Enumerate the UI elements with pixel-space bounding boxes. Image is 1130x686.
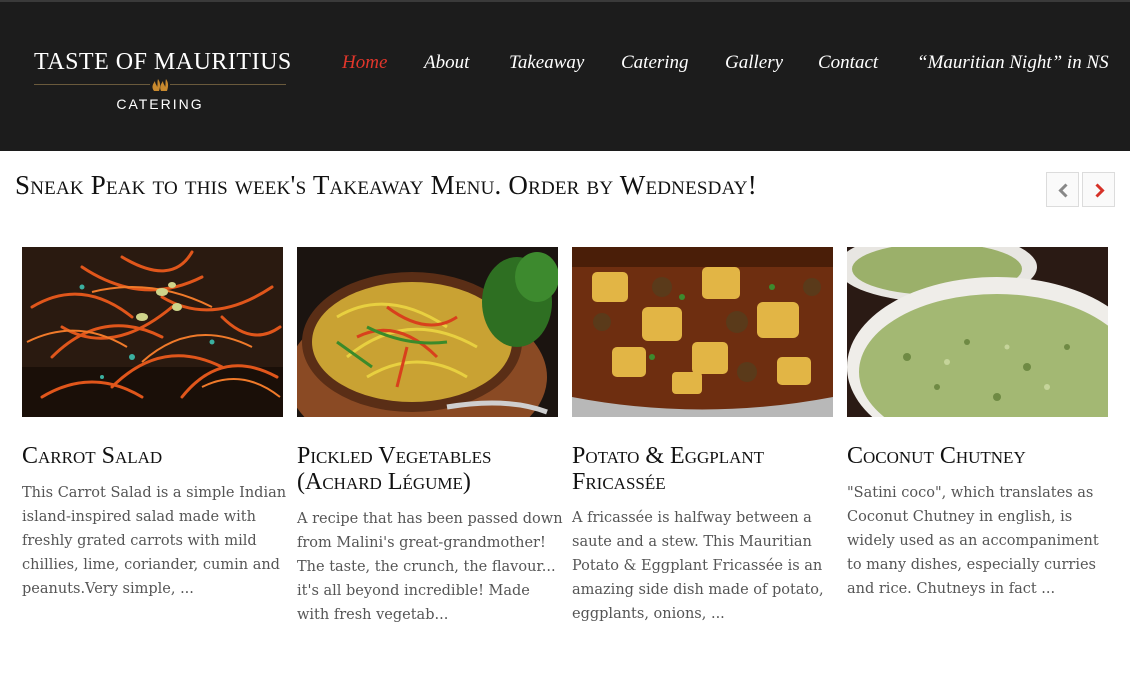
chevron-right-icon	[1095, 183, 1105, 198]
card-title[interactable]: Potato & Eggplant Fricassée	[572, 443, 833, 495]
carrot-salad-image[interactable]	[22, 247, 283, 417]
nav-item-gallery[interactable]: Gallery	[725, 52, 783, 74]
pickled-vegetables-image[interactable]	[297, 247, 558, 417]
carousel-prev-button[interactable]	[1046, 172, 1079, 207]
logo-subtitle: CATERING	[116, 96, 204, 112]
nav-item-catering[interactable]: Catering	[621, 52, 689, 74]
coconut-chutney-image[interactable]	[847, 247, 1108, 417]
nav-item-takeaway[interactable]: Takeaway	[509, 52, 584, 74]
nav-item-about[interactable]: About	[424, 52, 469, 74]
carousel-next-button[interactable]	[1082, 172, 1115, 207]
chevron-left-icon	[1058, 183, 1068, 198]
nav-item-mauritian-night[interactable]: “Mauritian Night” in NS	[917, 52, 1109, 74]
card-description: A fricassée is halfway between a saute a…	[572, 510, 824, 622]
nav-item-contact[interactable]: Contact	[818, 52, 878, 74]
card-title[interactable]: Pickled Vegetables (Achard Légume)	[297, 443, 558, 495]
card-description: A recipe that has been passed down from …	[297, 511, 563, 623]
potato-eggplant-fricassee-image[interactable]	[572, 247, 833, 417]
card-title[interactable]: Coconut Chutney	[847, 443, 1108, 469]
nav-item-home[interactable]: Home	[342, 52, 387, 74]
card-title[interactable]: Carrot Salad	[22, 443, 283, 469]
card-description: This Carrot Salad is a simple Indian isl…	[22, 485, 287, 597]
card-description: "Satini coco", which translates as Cocon…	[847, 485, 1099, 597]
section-title: Sneak Peak to this week's Takeaway Menu.…	[15, 170, 757, 200]
main-nav: Home About Takeaway Catering Gallery Con…	[0, 52, 1130, 80]
site-header: TASTE OF MAURITIUS CATERING Home About T…	[0, 0, 1130, 151]
